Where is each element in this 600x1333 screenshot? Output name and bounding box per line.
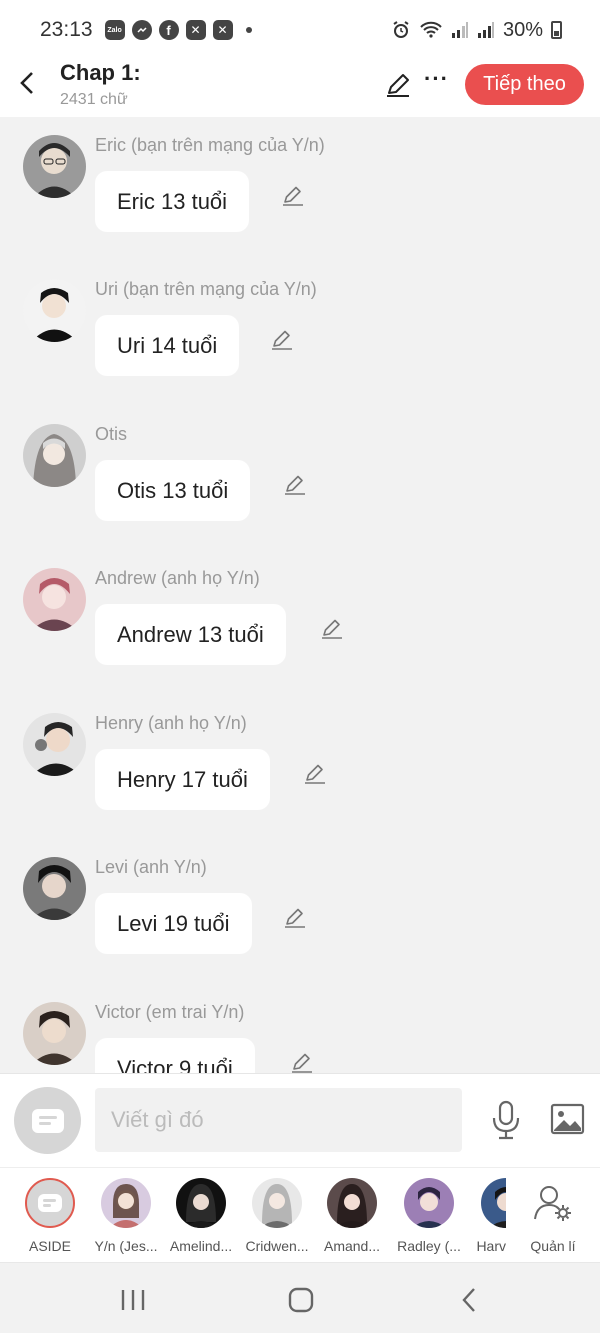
recent-apps-button[interactable] [116, 1283, 150, 1317]
message-item: Eric (bạn trên mạng của Y/n) Eric 13 tuổ… [0, 117, 600, 232]
manage-characters-button[interactable]: Quản lí [518, 1178, 588, 1254]
recent-apps-icon [121, 1290, 145, 1310]
character-item[interactable]: Y/n (Jes... [91, 1178, 161, 1254]
message-composer: Viết gì đó [0, 1073, 600, 1167]
sender-name: Otis [95, 424, 128, 444]
character-item[interactable]: Amelind... [166, 1178, 236, 1254]
next-button[interactable]: Tiếp theo [465, 64, 584, 105]
chevron-left-icon [20, 72, 33, 94]
home-icon [288, 1287, 314, 1313]
character-label: Cridwen... [245, 1238, 309, 1254]
character-label: Radley (... [397, 1238, 461, 1254]
battery-icon [551, 21, 562, 39]
back-button[interactable] [12, 68, 42, 98]
microphone-icon[interactable] [490, 1100, 522, 1140]
top-app-bar: Chap 1: 2431 chữ ··· Tiếp theo [0, 60, 600, 117]
character-avatar [176, 1178, 226, 1228]
home-button[interactable] [284, 1283, 318, 1317]
status-bar: 23:13 Zalo f ✕ ✕ 30% [0, 0, 600, 60]
character-label: ASIDE [28, 1238, 71, 1254]
image-icon[interactable] [550, 1103, 585, 1135]
system-navigation-bar [0, 1262, 600, 1333]
chevron-left-icon [462, 1288, 475, 1312]
character-avatar[interactable] [23, 424, 86, 487]
message-bubble[interactable]: Eric 13 tuổi [95, 171, 250, 232]
character-avatar [252, 1178, 302, 1228]
character-avatar[interactable] [23, 713, 86, 776]
wifi-icon [420, 21, 442, 38]
capcut-icon: ✕ [185, 20, 206, 40]
sender-name: Levi (anh Y/n) [95, 857, 207, 877]
character-item[interactable]: Amand... [317, 1178, 387, 1254]
edit-message-icon[interactable] [281, 183, 305, 207]
sender-name: Victor (em trai Y/n) [95, 1002, 245, 1022]
character-avatar[interactable] [23, 279, 86, 342]
edit-message-icon[interactable] [320, 616, 344, 640]
character-label: Harv [476, 1238, 506, 1254]
chat-message-list[interactable]: Eric (bạn trên mạng của Y/n) Eric 13 tuổ… [0, 117, 600, 1073]
character-label: Y/n (Jes... [94, 1238, 158, 1254]
character-avatar [404, 1178, 454, 1228]
more-notifications-dot [245, 27, 252, 33]
character-avatar [481, 1178, 506, 1228]
sender-name: Andrew (anh họ Y/n) [95, 568, 260, 588]
character-avatar[interactable] [23, 135, 86, 198]
character-item[interactable]: Cridwen... [242, 1178, 312, 1254]
character-avatar[interactable] [23, 568, 86, 631]
character-item[interactable]: Radley (... [394, 1178, 464, 1254]
character-avatar [327, 1178, 377, 1228]
edit-message-icon[interactable] [290, 1050, 314, 1073]
messenger-icon [131, 20, 152, 40]
character-label: Amelind... [169, 1238, 233, 1254]
message-bubble[interactable]: Henry 17 tuổi [95, 749, 270, 810]
word-count: 2431 chữ [60, 91, 128, 108]
message-item: Uri (bạn trên mạng của Y/n) Uri 14 tuổi [0, 261, 600, 376]
message-item: Henry (anh họ Y/n) Henry 17 tuổi [0, 695, 600, 810]
character-avatar[interactable] [23, 857, 86, 920]
manage-user-icon [528, 1178, 578, 1228]
alarm-icon [393, 21, 409, 38]
message-bubble[interactable]: Otis 13 tuổi [95, 460, 251, 521]
battery-percent: 30% [502, 18, 543, 41]
edit-message-icon[interactable] [283, 905, 307, 929]
character-label: Quản lí [530, 1238, 576, 1254]
notification-icons: Zalo f ✕ ✕ [104, 20, 252, 40]
zalo-icon: Zalo [104, 20, 125, 40]
edit-chapter-icon[interactable] [384, 71, 412, 99]
more-options-button[interactable]: ··· [424, 66, 449, 92]
capcut-icon-2: ✕ [212, 20, 233, 40]
message-bubble[interactable]: Levi 19 tuổi [95, 893, 252, 954]
chat-bubble-icon [38, 1194, 62, 1212]
edit-message-icon[interactable] [303, 761, 327, 785]
message-bubble[interactable]: Andrew 13 tuổi [95, 604, 286, 665]
aside-avatar [25, 1178, 75, 1228]
message-item: Levi (anh Y/n) Levi 19 tuổi [0, 839, 600, 954]
status-time: 23:13 [40, 18, 93, 41]
character-avatar [101, 1178, 151, 1228]
system-icons: 30% [391, 19, 562, 42]
message-item: Otis Otis 13 tuổi [0, 406, 600, 521]
message-item: Andrew (anh họ Y/n) Andrew 13 tuổi [0, 550, 600, 665]
edit-message-icon[interactable] [283, 472, 307, 496]
edit-message-icon[interactable] [270, 327, 294, 351]
signal-icon [451, 22, 468, 38]
sender-name: Uri (bạn trên mạng của Y/n) [95, 279, 317, 299]
message-bubble[interactable]: Victor 9 tuổi [95, 1038, 255, 1073]
character-avatar[interactable] [23, 1002, 86, 1065]
aside-toggle-button[interactable] [14, 1087, 81, 1154]
sender-name: Henry (anh họ Y/n) [95, 713, 247, 733]
chat-bubble-icon [31, 1108, 64, 1133]
character-item-aside[interactable]: ASIDE [15, 1178, 85, 1254]
character-label: Amand... [323, 1238, 381, 1254]
facebook-icon: f [158, 20, 179, 40]
nav-back-button[interactable] [452, 1283, 486, 1317]
chapter-title: Chap 1: [60, 60, 141, 85]
character-item[interactable]: Harv [470, 1178, 506, 1254]
character-selector: ASIDE Y/n (Jes... Amelind... Cridwen... … [0, 1167, 600, 1262]
message-bubble[interactable]: Uri 14 tuổi [95, 315, 240, 376]
message-input[interactable]: Viết gì đó [95, 1088, 462, 1152]
signal-icon-2 [477, 22, 494, 38]
sender-name: Eric (bạn trên mạng của Y/n) [95, 135, 325, 155]
message-item: Victor (em trai Y/n) Victor 9 tuổi [0, 984, 600, 1073]
